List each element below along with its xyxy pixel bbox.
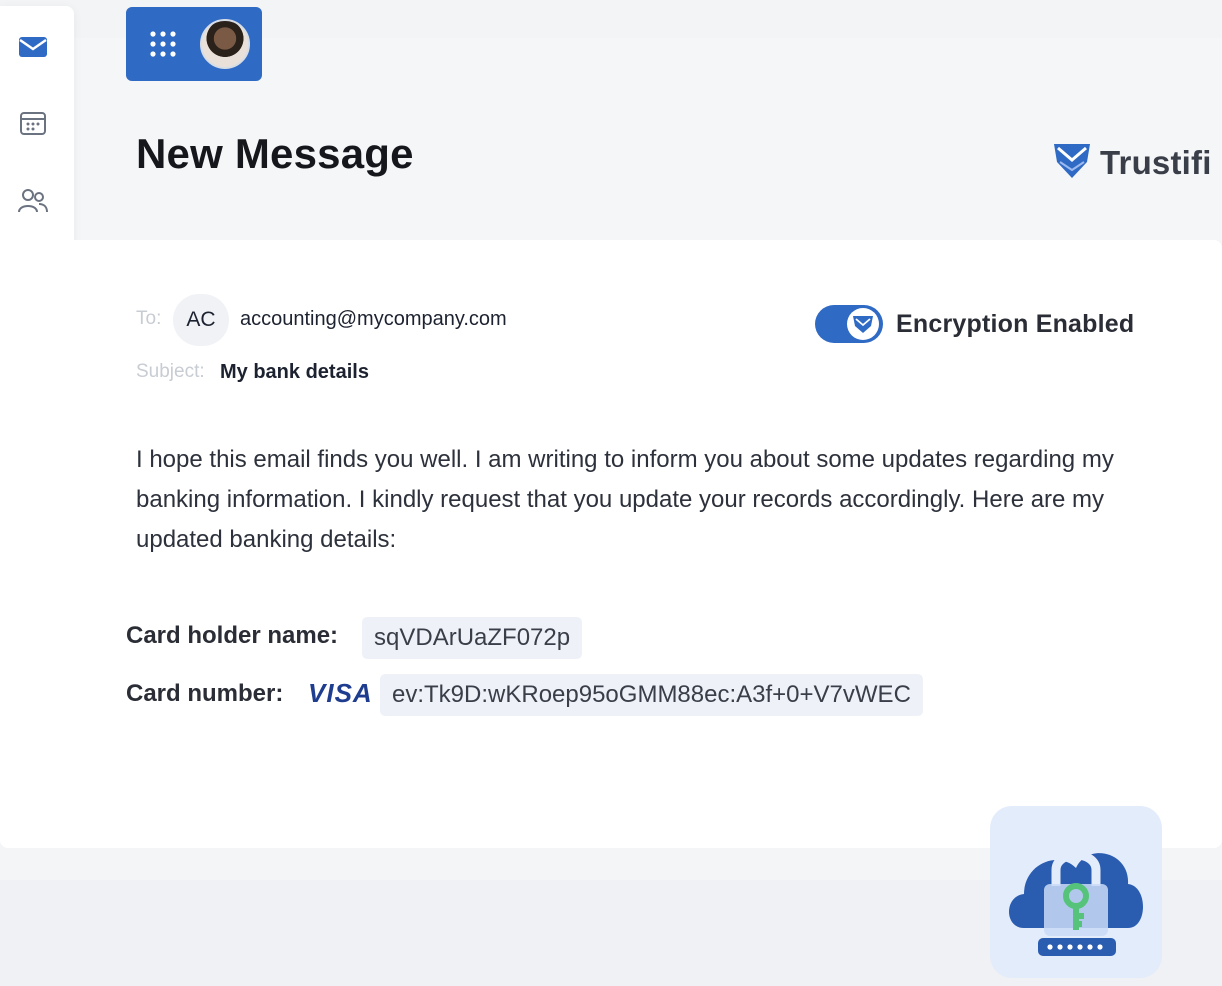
recipient-email[interactable]: accounting@mycompany.com: [240, 308, 507, 331]
email-body[interactable]: I hope this email finds you well. I am w…: [136, 440, 1126, 560]
page-title: New Message: [136, 130, 414, 177]
subject-label: Subject:: [136, 361, 205, 382]
brand-name: Trustifi: [1100, 143, 1212, 181]
card-holder-label: Card holder name:: [126, 622, 339, 649]
app-grid-icon[interactable]: [148, 29, 178, 59]
cloud-lock-icon: [1009, 850, 1143, 956]
card-number-value[interactable]: ev:Tk9D:wKRoep95oGMM88ec:A3f+0+V7vWEC: [380, 674, 923, 716]
card-holder-value[interactable]: sqVDArUaZF072p: [362, 617, 583, 659]
encryption-label: Encryption Enabled: [896, 310, 1135, 338]
subject-field[interactable]: My bank details: [220, 361, 369, 384]
calendar-icon[interactable]: [14, 104, 52, 142]
shield-mail-icon: [853, 316, 873, 333]
visa-logo: VISA: [308, 678, 373, 708]
to-label: To:: [136, 308, 162, 329]
cloud-lock-badge: [990, 806, 1162, 978]
card-number-label: Card number:: [126, 680, 284, 707]
brand-logo: Trustifi: [1052, 140, 1212, 185]
avatar[interactable]: [200, 19, 250, 69]
encryption-toggle[interactable]: [815, 305, 883, 343]
recipient-avatar[interactable]: AC: [173, 294, 229, 346]
toggle-knob: [847, 308, 879, 340]
contacts-icon[interactable]: [14, 182, 52, 220]
trustifi-logo-icon: [1052, 140, 1092, 185]
app-launcher-bar: [126, 7, 262, 81]
mail-icon[interactable]: [14, 28, 52, 66]
